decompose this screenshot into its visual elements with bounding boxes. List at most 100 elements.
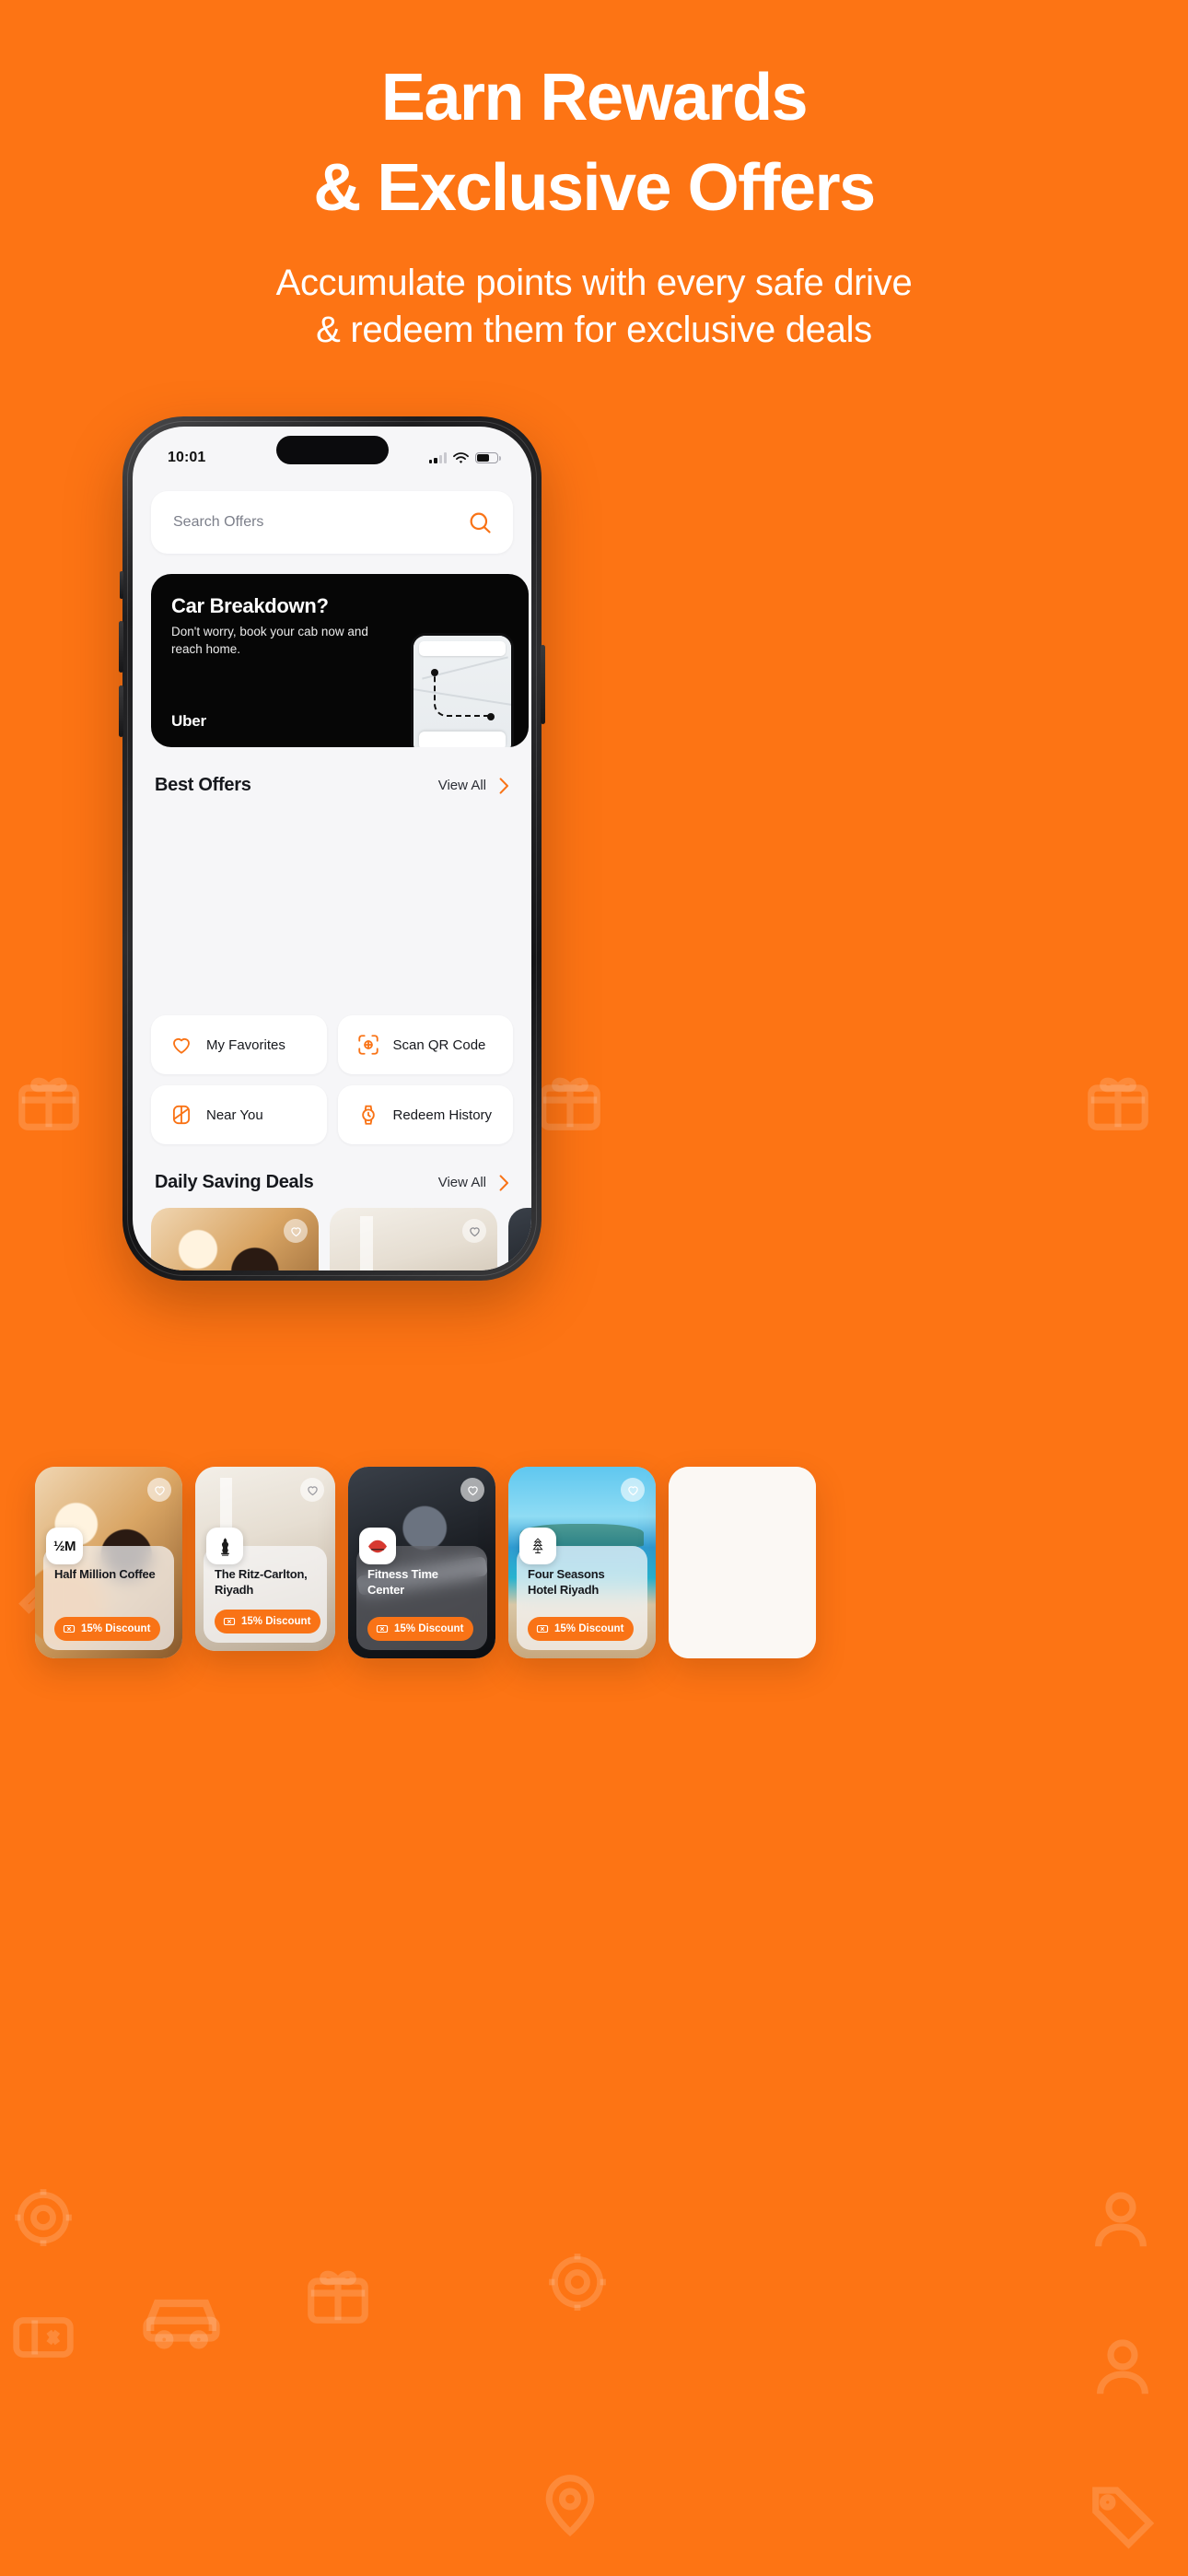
status-badge: 15% Discount: [367, 1617, 474, 1641]
best-offers-carousel[interactable]: ½M Half Million Coffee 15% Discount The …: [35, 1467, 816, 1658]
view-all-label: View All: [437, 778, 486, 793]
hero-title-line1: Earn Rewards: [380, 61, 809, 135]
ritz-carlton-lion-logo: [206, 1528, 243, 1564]
offer-name: Half Million Coffee: [54, 1567, 156, 1581]
car-icon: [143, 2299, 220, 2349]
battery-icon: [475, 451, 501, 464]
daily-deals-header: Daily Saving Deals View All: [133, 1172, 531, 1193]
offer-discount: 15% Discount: [394, 1623, 464, 1634]
daily-deal-card[interactable]: [330, 1208, 497, 1270]
hero-subtitle-line2: & redeem them for exclusive deals: [316, 310, 872, 351]
mini-phone-topbar: [419, 641, 506, 656]
volume-down-button[interactable]: [119, 685, 123, 737]
heart-outline-icon[interactable]: [300, 1478, 324, 1502]
mini-pin-start: [431, 669, 438, 676]
action-my-favorites[interactable]: My Favorites: [151, 1015, 327, 1074]
gift-icon: [1088, 1077, 1148, 1130]
phone-frame: 10:01 Search Offers Car Breakdown? Don't…: [119, 416, 545, 1281]
action-label: Near You: [206, 1107, 263, 1123]
best-offers-header: Best Offers View All: [133, 775, 531, 796]
action-label: My Favorites: [206, 1036, 285, 1053]
promo-banner-carousel[interactable]: Car Breakdown? Don't worry, book your ca…: [133, 574, 531, 747]
daily-deals-carousel[interactable]: ½M: [133, 1208, 531, 1270]
discount-ticket-icon: [63, 1624, 76, 1633]
pin-icon: [545, 2475, 595, 2537]
heart-outline-icon[interactable]: [462, 1219, 486, 1243]
silent-switch[interactable]: [120, 571, 123, 599]
offer-image: [669, 1467, 816, 1658]
offer-card-half-million-coffee[interactable]: ½M Half Million Coffee 15% Discount: [35, 1467, 182, 1658]
heart-icon: [173, 1037, 190, 1054]
status-badge: 15% Discount: [528, 1617, 635, 1641]
offer-logo-text: ½M: [52, 1538, 76, 1554]
map-location-icon: [172, 1105, 191, 1125]
chevron-right-icon[interactable]: [499, 777, 509, 794]
fitness-time-logo: [359, 1528, 396, 1564]
offer-discount: 15% Discount: [81, 1623, 151, 1634]
badge-icon: [15, 2189, 72, 2246]
phone-notch: [275, 436, 389, 464]
action-label: Redeem History: [392, 1107, 493, 1123]
offer-discount: 15% Discount: [241, 1616, 311, 1627]
heart-outline-icon[interactable]: [621, 1478, 645, 1502]
volume-up-button[interactable]: [119, 621, 123, 673]
hero-section: Earn Rewards & Exclusive Offers Accumula…: [0, 64, 1188, 354]
power-button[interactable]: [541, 645, 545, 724]
deal-image: [508, 1208, 531, 1270]
heart-outline-icon[interactable]: [284, 1219, 308, 1243]
offer-name: Fitness Time Center: [367, 1567, 438, 1598]
cellular-signal-icon: [429, 452, 447, 463]
search-placeholder: Search Offers: [173, 514, 264, 530]
view-all-label: View All: [437, 1175, 486, 1190]
promo-banner-uber[interactable]: Car Breakdown? Don't worry, book your ca…: [151, 574, 529, 747]
hero-subtitle: Accumulate points with every safe drive …: [0, 260, 1188, 354]
offer-card-four-seasons-hotel-riyadh[interactable]: Four Seasons Hotel Riyadh 15% Discount: [508, 1467, 656, 1658]
status-badge: 15% Discount: [215, 1610, 321, 1633]
qr-scan-icon: [357, 1035, 379, 1055]
search-icon[interactable]: [467, 509, 493, 535]
status-bar-indicators: [429, 451, 501, 464]
banner-body: Don't worry, book your cab now and reach…: [171, 625, 368, 656]
section-title-best-offers: Best Offers: [155, 775, 251, 795]
offer-card-ritz-carlton[interactable]: The Ritz-Carlton, Riyadh 15% Discount: [195, 1467, 335, 1651]
discount-ticket-icon: [536, 1624, 549, 1633]
gift-icon: [308, 2270, 368, 2324]
app-content: Search Offers Car Breakdown? Don't worry…: [133, 491, 531, 1270]
action-redeem-history[interactable]: Redeem History: [337, 1085, 513, 1144]
daily-deal-card[interactable]: ½M: [151, 1208, 319, 1270]
offer-name: Four Seasons Hotel Riyadh: [528, 1567, 605, 1598]
phone-screen: 10:01 Search Offers Car Breakdown? Don't…: [133, 427, 531, 1270]
section-title-daily-deals: Daily Saving Deals: [155, 1172, 314, 1192]
banner-brand-uber: Uber: [171, 712, 206, 730]
offer-card-next-peek[interactable]: [669, 1467, 816, 1658]
offer-card-fitness-time-center[interactable]: Fitness Time Center 15% Discount: [348, 1467, 495, 1658]
status-badge: 15% Discount: [54, 1617, 161, 1641]
search-input[interactable]: Search Offers: [151, 491, 513, 554]
banner-phone-illustration: [411, 633, 514, 747]
action-label: Scan QR Code: [392, 1036, 486, 1053]
action-near-you[interactable]: Near You: [151, 1085, 327, 1144]
mini-route-line: [434, 673, 491, 717]
phone-mockup: 10:01 Search Offers Car Breakdown? Don't…: [119, 416, 545, 1281]
badge-icon: [549, 2254, 606, 2311]
quick-actions-grid: My Favorites Scan QR Code Near You Redee…: [133, 1015, 531, 1144]
chevron-right-icon[interactable]: [499, 1174, 509, 1191]
history-clock-icon: [361, 1105, 375, 1125]
four-seasons-tree-logo: [519, 1528, 556, 1564]
action-scan-qr-code[interactable]: Scan QR Code: [337, 1015, 513, 1074]
background-decoration: [0, 0, 1188, 2576]
heart-outline-icon[interactable]: [460, 1478, 484, 1502]
best-offers-carousel-slot: [133, 796, 531, 1010]
mini-phone-bottombar: [419, 732, 506, 747]
wifi-icon: [453, 451, 469, 463]
daily-deal-card[interactable]: [508, 1208, 531, 1270]
offer-name: The Ritz-Carlton, Riyadh: [215, 1567, 308, 1598]
status-bar-time: 10:01: [168, 450, 206, 465]
hero-subtitle-line1: Accumulate points with every safe drive: [275, 263, 913, 303]
view-all-daily-deals[interactable]: View All: [437, 1174, 509, 1191]
mini-pin-end: [487, 713, 495, 720]
heart-outline-icon[interactable]: [147, 1478, 171, 1502]
view-all-best-offers[interactable]: View All: [437, 777, 509, 794]
discount-ticket-icon: [376, 1624, 389, 1633]
page-title: Earn Rewards & Exclusive Offers: [0, 64, 1188, 221]
